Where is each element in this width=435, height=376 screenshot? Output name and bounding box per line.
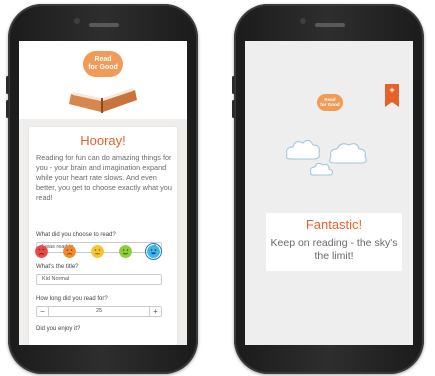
duration-stepper[interactable]: − 25 + (36, 306, 162, 317)
logo-line2: for Good (320, 102, 340, 107)
volume-button (232, 76, 235, 94)
open-book-icon (69, 86, 137, 113)
congrats-message: Keep on reading - the sky's the limit! (270, 237, 398, 262)
congrats-card: Fantastic! Keep on reading - the sky's t… (266, 213, 402, 271)
intro-text: Reading for fun can do amazing things fo… (36, 153, 172, 202)
screen-right: Read for Good + Fantastic! Keep on readi… (245, 41, 413, 345)
speaker-grille (315, 23, 345, 27)
volume-button (6, 100, 9, 118)
card-title: Hooray! (80, 133, 126, 148)
title-label: What's the title? (36, 264, 79, 270)
decrease-button[interactable]: − (37, 307, 49, 316)
read-for-good-logo[interactable]: Read for Good (317, 94, 343, 111)
bookmark-button[interactable]: + (385, 84, 399, 107)
duration-label: How long did you read for? (36, 296, 108, 302)
volume-button (6, 76, 9, 94)
reading-log-card: Hooray! Reading for fun can do amazing t… (29, 127, 177, 345)
camera-icon (74, 18, 80, 24)
very-sad-face-icon[interactable] (35, 245, 48, 258)
logo-line2: for Good (88, 64, 118, 71)
title-value: Kid Normal (42, 276, 70, 282)
logo-line1: Read (94, 56, 112, 63)
read-for-good-logo[interactable]: Read for Good (83, 51, 123, 77)
read-type-label: What did you choose to read? (36, 232, 116, 238)
title-input[interactable]: Kid Normal (36, 274, 162, 285)
sad-face-icon[interactable] (63, 245, 76, 258)
duration-value: 25 (95, 308, 103, 314)
plus-icon: + (389, 85, 395, 95)
speaker-grille (89, 23, 119, 27)
clouds-illustration (286, 139, 367, 176)
camera-icon (300, 18, 306, 24)
enjoy-label: Did you enjoy it? (36, 326, 81, 332)
neutral-face-icon[interactable] (91, 245, 104, 258)
very-happy-face-icon[interactable] (145, 243, 162, 260)
rating-faces (30, 243, 170, 261)
phone-left: Read for Good Hooray! Reading for fun ca… (6, 4, 198, 374)
screen-left: Read for Good Hooray! Reading for fun ca… (19, 41, 187, 345)
congrats-title: Fantastic! (305, 217, 363, 232)
volume-button (232, 100, 235, 118)
happy-face-icon[interactable] (119, 245, 132, 258)
increase-button[interactable]: + (149, 307, 161, 316)
phone-right: Read for Good + Fantastic! Keep on readi… (232, 4, 424, 374)
